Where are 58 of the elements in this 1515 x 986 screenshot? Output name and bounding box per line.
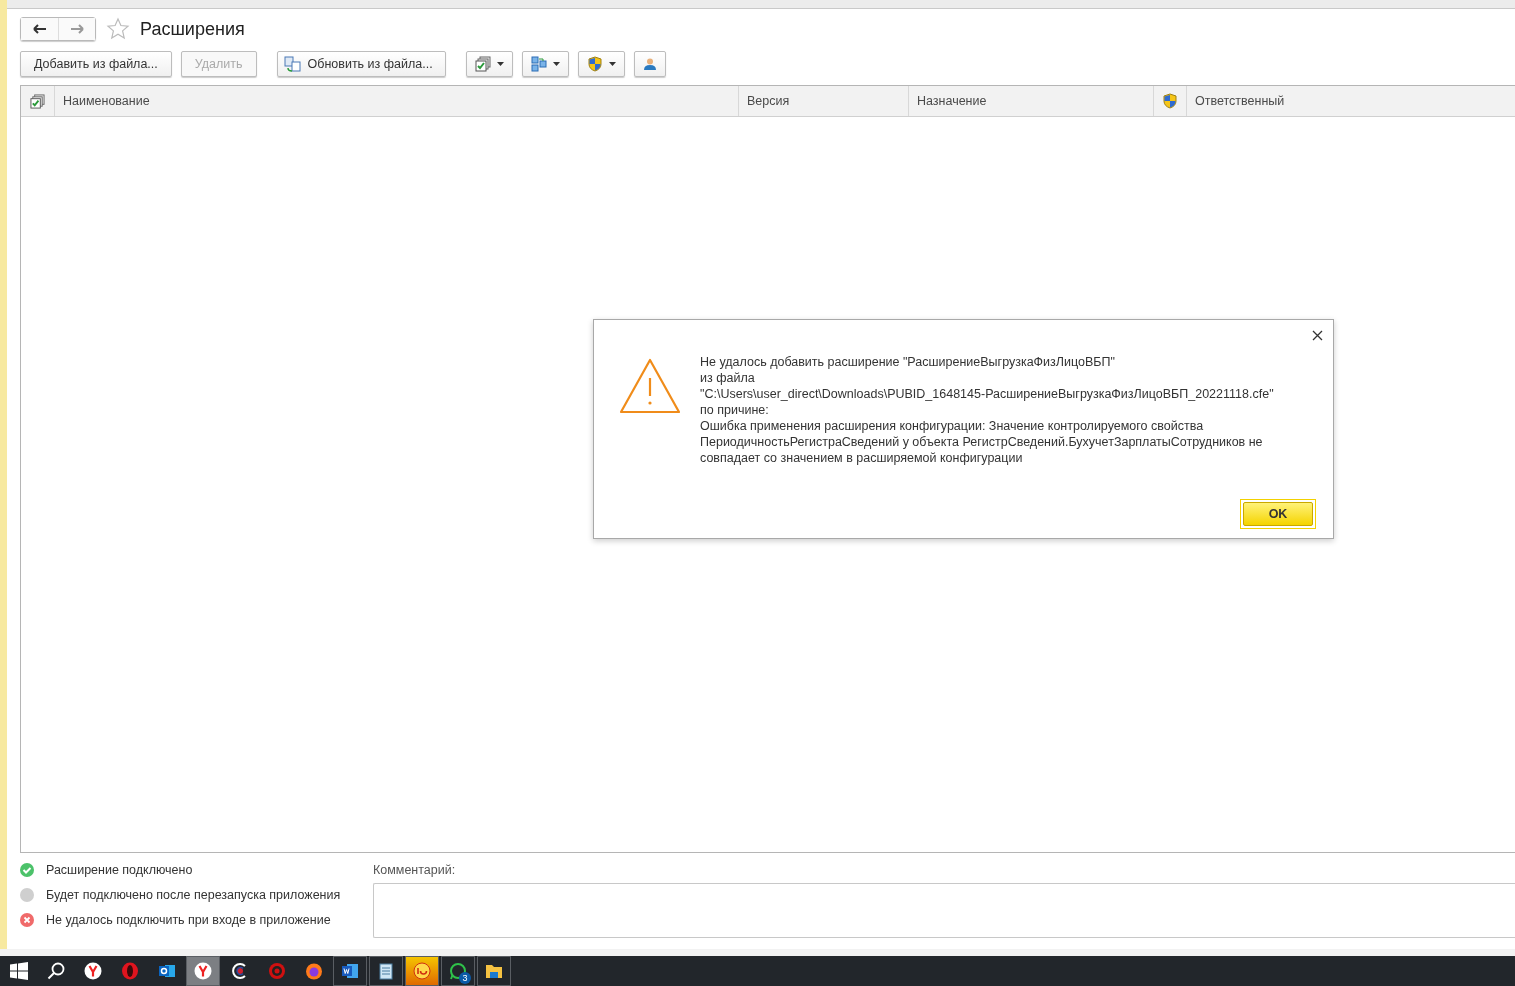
message-line: из файла: [700, 370, 756, 386]
menu-button[interactable]: [521, 51, 569, 77]
caret-icon: [608, 62, 616, 66]
caret-icon: [496, 62, 504, 66]
checkbox-stack-icon: [474, 56, 491, 72]
search-icon: [46, 962, 65, 980]
y-logo-icon: [83, 962, 102, 980]
ok-button[interactable]: OK: [1243, 502, 1313, 526]
document-app-icon: [341, 962, 359, 980]
column-header[interactable]: Наименование: [55, 86, 739, 116]
star-icon[interactable]: [106, 17, 130, 41]
warning-icon: [619, 358, 681, 414]
update-from-file-button[interactable]: Обновить из файла...: [276, 51, 446, 77]
caret-icon: [552, 62, 560, 66]
back-button[interactable]: [21, 18, 58, 40]
checkbox-stack-icon: [30, 93, 45, 109]
notification-badge: 3: [459, 972, 471, 984]
o-logo-icon: [120, 962, 139, 980]
close-icon: [1312, 330, 1323, 341]
menu-button[interactable]: [465, 51, 513, 77]
column-header[interactable]: Ответственный: [1187, 86, 1515, 116]
shield-icon: [1162, 93, 1178, 109]
message-line: "C:\Users\user_direct\Downloads\PUBID_1648145-РасширениеВыгрузкаФизЛицоВБП_20221118.cfe": [700, 386, 1274, 402]
comment-field[interactable]: [373, 883, 1515, 938]
update-icon: [283, 56, 302, 72]
chat-bubble-icon: [449, 962, 467, 980]
column-header[interactable]: Версия: [739, 86, 909, 116]
blocks-icon: [530, 56, 547, 72]
message-line: ПериодичностьРегистраСведений у объекта РегистрСведений.БухучетЗарплатыСотрудников не: [700, 434, 1264, 450]
page-title: Расширения: [140, 18, 245, 40]
arrow-right-icon: [70, 24, 84, 34]
menu-button[interactable]: [577, 51, 625, 77]
message-line: Не удалось добавить расширение "РасширениеВыгрузкаФизЛицоВБП": [700, 354, 1116, 370]
user-icon: [642, 57, 657, 71]
taskbar-button[interactable]: [369, 956, 403, 986]
y-logo-icon: [194, 962, 212, 980]
close-button[interactable]: [1310, 328, 1325, 343]
column-header[interactable]: Назначение: [909, 86, 1154, 116]
notepad-icon: [377, 962, 395, 980]
message-line: Ошибка применения расширения конфигурации: Значение контролируемого свойства: [700, 418, 1205, 434]
mail-app-icon: [157, 962, 176, 980]
arrow-left-icon: [32, 24, 47, 34]
message-line: по причине:: [700, 402, 770, 418]
taskbar-button[interactable]: 3: [441, 956, 475, 986]
legend-label: Расширение подключено: [46, 863, 193, 877]
legend-label: Не удалось подключить при входе в приложение: [46, 913, 331, 927]
shield-icon: [586, 56, 603, 72]
windows-icon: [9, 962, 28, 980]
taskbar-button[interactable]: [186, 956, 220, 986]
add-from-file-button[interactable]: Добавить из файла...: [20, 51, 172, 77]
comment-label: Комментарий:: [373, 862, 457, 878]
user-button[interactable]: [633, 51, 666, 77]
app-logo-icon: [413, 962, 431, 980]
folder-icon: [485, 962, 503, 980]
taskbar-button[interactable]: [477, 956, 511, 986]
message-line: совпадает со значением в расширяемой конфигурации: [700, 450, 1024, 466]
legend-label: Будет подключено после перезапуска приложения: [46, 888, 341, 902]
taskbar-button[interactable]: [333, 956, 367, 986]
